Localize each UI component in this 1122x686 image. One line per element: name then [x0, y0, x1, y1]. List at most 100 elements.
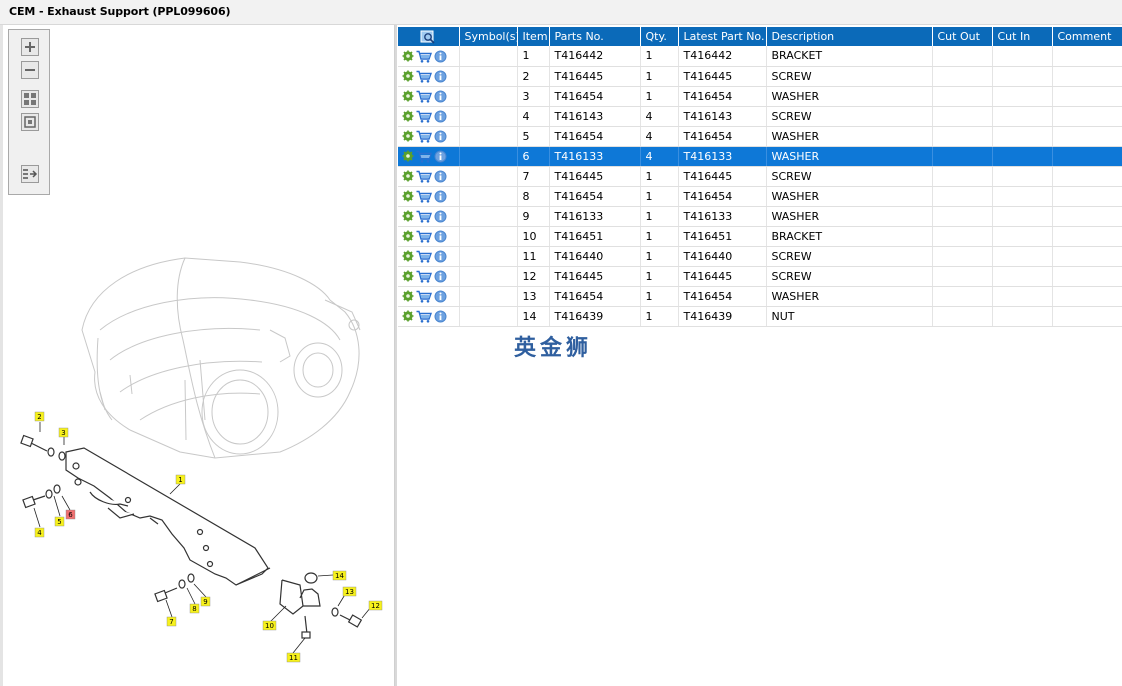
info-icon[interactable]	[434, 230, 447, 243]
cell-comment	[1052, 86, 1122, 107]
gear-icon[interactable]	[402, 230, 414, 242]
table-row[interactable]: 5 T416454 4 T416454 WASHER	[398, 126, 1122, 147]
cart-icon[interactable]	[416, 270, 432, 283]
panel-export-button[interactable]	[21, 165, 39, 183]
cell-cut-out	[932, 126, 993, 147]
cell-qty: 1	[640, 166, 679, 187]
exploded-parts-diagram[interactable]: 2 3 1 4 5 6 7 8 9 10 11 12 13 14	[0, 236, 394, 686]
callout-8[interactable]: 8	[192, 605, 196, 613]
table-row[interactable]: 8 T416454 1 T416454 WASHER	[398, 186, 1122, 207]
callout-3[interactable]: 3	[61, 429, 65, 437]
gear-icon[interactable]	[402, 130, 414, 142]
cell-part-no: T416440	[549, 246, 641, 267]
gear-icon[interactable]	[402, 290, 414, 302]
info-icon[interactable]	[434, 50, 447, 63]
callout-13[interactable]: 13	[345, 588, 354, 596]
cart-icon[interactable]	[416, 130, 432, 143]
info-icon[interactable]	[434, 170, 447, 183]
cart-icon[interactable]	[416, 230, 432, 243]
info-icon[interactable]	[434, 110, 447, 123]
gear-icon[interactable]	[402, 90, 414, 102]
info-icon[interactable]	[434, 130, 447, 143]
cell-qty: 1	[640, 86, 679, 107]
cart-icon[interactable]	[416, 210, 432, 223]
column-header-part-no[interactable]: Parts No.	[549, 27, 641, 46]
gear-icon[interactable]	[402, 270, 414, 282]
table-row[interactable]: 1 T416442 1 T416442 BRACKET	[398, 46, 1122, 67]
gear-icon[interactable]	[402, 210, 414, 222]
cart-icon[interactable]	[416, 290, 432, 303]
cell-part-no: T416442	[549, 46, 641, 67]
info-icon[interactable]	[434, 150, 447, 163]
cart-icon[interactable]	[416, 50, 432, 63]
column-header-cut-in[interactable]: Cut In	[992, 27, 1053, 46]
table-row[interactable]: 11 T416440 1 T416440 SCREW	[398, 246, 1122, 267]
callout-9[interactable]: 9	[203, 598, 207, 606]
info-icon[interactable]	[434, 210, 447, 223]
gear-icon[interactable]	[402, 170, 414, 182]
column-header-cut-out[interactable]: Cut Out	[932, 27, 993, 46]
callout-10[interactable]: 10	[265, 622, 274, 630]
zoom-out-button[interactable]	[21, 61, 39, 79]
info-icon[interactable]	[434, 310, 447, 323]
table-row[interactable]: 12 T416445 1 T416445 SCREW	[398, 266, 1122, 287]
gear-icon[interactable]	[402, 70, 414, 82]
cell-item: 4	[517, 106, 550, 127]
column-header-latest-part-no[interactable]: Latest Part No.	[678, 27, 767, 46]
info-icon[interactable]	[434, 290, 447, 303]
watermark-text: 英金狮	[514, 336, 593, 361]
search-parts-icon[interactable]	[420, 30, 436, 44]
table-row[interactable]: 10 T416451 1 T416451 BRACKET	[398, 226, 1122, 247]
gear-icon[interactable]	[402, 190, 414, 202]
cell-part-no: T416445	[549, 266, 641, 287]
column-header-comment[interactable]: Comment	[1052, 27, 1122, 46]
callout-11[interactable]: 11	[289, 654, 298, 662]
callout-4[interactable]: 4	[37, 529, 42, 537]
info-icon[interactable]	[434, 90, 447, 103]
fit-all-button[interactable]	[21, 90, 39, 108]
gear-icon[interactable]	[402, 250, 414, 262]
table-row[interactable]: 4 T416143 4 T416143 SCREW	[398, 106, 1122, 127]
callout-6[interactable]: 6	[68, 511, 73, 519]
column-header-qty[interactable]: Qty.	[640, 27, 679, 46]
cart-icon[interactable]	[416, 150, 432, 163]
drawing-toolbox	[8, 29, 50, 195]
gear-icon[interactable]	[402, 110, 414, 122]
callout-1[interactable]: 1	[178, 476, 182, 484]
column-header-description[interactable]: Description	[766, 27, 933, 46]
cart-icon[interactable]	[416, 110, 432, 123]
cart-icon[interactable]	[416, 190, 432, 203]
callout-2[interactable]: 2	[37, 413, 41, 421]
callout-14[interactable]: 14	[335, 572, 344, 580]
zoom-in-button[interactable]	[21, 38, 39, 56]
cart-icon[interactable]	[416, 250, 432, 263]
info-icon[interactable]	[434, 270, 447, 283]
callout-7[interactable]: 7	[169, 618, 173, 626]
table-row[interactable]: 13 T416454 1 T416454 WASHER	[398, 286, 1122, 307]
column-header-item[interactable]: Item	[517, 27, 550, 46]
column-header-actions[interactable]	[398, 27, 460, 46]
table-row[interactable]: 2 T416445 1 T416445 SCREW	[398, 66, 1122, 87]
info-icon[interactable]	[434, 70, 447, 83]
cart-icon[interactable]	[416, 90, 432, 103]
table-row[interactable]: 6 T416133 4 T416133 WASHER	[398, 146, 1122, 167]
table-row[interactable]: 7 T416445 1 T416445 SCREW	[398, 166, 1122, 187]
callout-12[interactable]: 12	[371, 602, 380, 610]
cell-latest-part-no: T416454	[678, 186, 767, 207]
table-row[interactable]: 14 T416439 1 T416439 NUT	[398, 306, 1122, 327]
info-icon[interactable]	[434, 250, 447, 263]
gear-icon[interactable]	[402, 310, 414, 322]
cart-icon[interactable]	[416, 170, 432, 183]
column-header-symbols[interactable]: Symbol(s)	[459, 27, 518, 46]
table-row[interactable]: 9 T416133 1 T416133 WASHER	[398, 206, 1122, 227]
callout-5[interactable]: 5	[57, 518, 61, 526]
info-icon[interactable]	[434, 190, 447, 203]
fit-window-button[interactable]	[21, 113, 39, 131]
pane-splitter[interactable]	[395, 25, 397, 686]
gear-icon[interactable]	[402, 50, 414, 62]
cart-icon[interactable]	[416, 310, 432, 323]
table-row[interactable]: 3 T416454 1 T416454 WASHER	[398, 86, 1122, 107]
gear-icon[interactable]	[402, 150, 414, 162]
cell-actions	[398, 86, 460, 107]
cart-icon[interactable]	[416, 70, 432, 83]
